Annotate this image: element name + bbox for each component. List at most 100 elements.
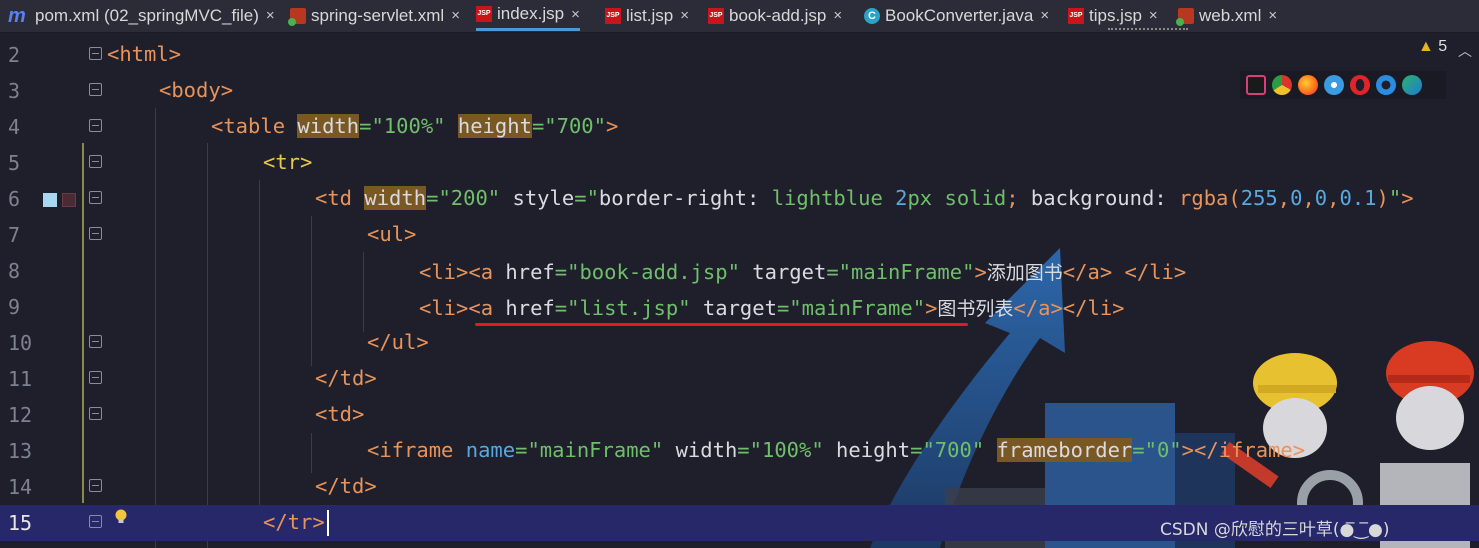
code-line[interactable]: 5 <tr> — [0, 145, 1479, 181]
fold-toggle-icon[interactable] — [89, 83, 102, 96]
code-token: "mainFrame" — [789, 296, 926, 320]
code-token: , — [1302, 186, 1315, 210]
firefox-icon[interactable] — [1298, 75, 1318, 95]
close-icon[interactable]: × — [571, 6, 580, 23]
close-icon[interactable]: × — [1149, 7, 1158, 24]
code-token: ; — [1006, 186, 1031, 210]
fold-toggle-icon[interactable] — [89, 155, 102, 168]
code-token: = — [531, 114, 545, 138]
line-number: 12 — [8, 403, 33, 427]
color-preview-icon[interactable] — [62, 193, 76, 207]
line-number: 14 — [8, 475, 33, 499]
tab-label: tips.jsp — [1089, 5, 1142, 25]
code-token: href — [505, 296, 555, 320]
ie-icon[interactable] — [1376, 75, 1396, 95]
intellij-icon[interactable] — [1246, 75, 1266, 95]
code-token: name — [465, 438, 516, 462]
code-token: frameborder — [996, 438, 1133, 462]
code-line[interactable]: 10 </ul> — [0, 325, 1479, 361]
line-number: 15 — [8, 511, 33, 535]
code-token: "100%" — [749, 438, 824, 462]
tab-tips-jsp[interactable]: JSP tips.jsp × — [1068, 0, 1158, 31]
code-token: "0" — [1144, 438, 1182, 462]
line-number: 7 — [8, 223, 21, 247]
safari-icon[interactable] — [1324, 75, 1344, 95]
code-token: > — [1401, 186, 1414, 210]
code-token: = — [1132, 438, 1145, 462]
tab-spring-servlet-xml[interactable]: spring-servlet.xml × — [288, 0, 460, 31]
edge-icon[interactable] — [1402, 75, 1422, 95]
code-line[interactable]: 13 <iframe name="mainFrame" width="100%"… — [0, 433, 1479, 469]
close-icon[interactable]: × — [833, 7, 842, 24]
code-token: "700" — [922, 438, 985, 462]
code-line[interactable]: 2 <html> — [0, 37, 1479, 73]
tab-overflow-indicator — [1108, 28, 1188, 30]
tab-list-jsp[interactable]: JSP list.jsp × — [605, 0, 689, 31]
fold-toggle-icon[interactable] — [89, 371, 102, 384]
code-line[interactable]: 11 </td> — [0, 361, 1479, 397]
fold-toggle-icon[interactable] — [89, 191, 102, 204]
code-token: = — [776, 296, 790, 320]
code-token: 0.1 — [1339, 186, 1377, 210]
code-token: = — [554, 296, 568, 320]
inspection-warnings[interactable]: ▲ 5 — [1418, 38, 1447, 56]
code-token: width — [663, 438, 738, 462]
lightbulb-icon[interactable] — [114, 509, 128, 525]
line-number: 4 — [8, 115, 21, 139]
code-token: " — [1388, 186, 1402, 210]
tab-book-add-jsp[interactable]: JSP book-add.jsp × — [708, 0, 842, 31]
code-line[interactable]: 12 <td> — [0, 397, 1479, 433]
chevron-up-icon[interactable]: ︿ — [1458, 41, 1472, 61]
text-caret — [327, 510, 329, 536]
code-token: > — [974, 260, 987, 284]
opera-icon[interactable] — [1350, 75, 1370, 95]
tab-label: index.jsp — [497, 4, 565, 23]
jsp-file-icon: JSP — [708, 7, 724, 24]
color-preview-icon[interactable] — [43, 193, 57, 207]
code-token: <td> — [315, 402, 365, 426]
code-line[interactable]: 9 <li><a href="list.jsp" target="mainFra… — [0, 289, 1479, 325]
code-editor[interactable]: 2 <html> 3 <body> 4 <table width="100%" … — [0, 33, 1479, 548]
fold-toggle-icon[interactable] — [89, 407, 102, 420]
warning-count: 5 — [1438, 38, 1448, 55]
tab-label: web.xml — [1199, 5, 1262, 25]
close-icon[interactable]: × — [266, 7, 275, 24]
chrome-icon[interactable] — [1272, 75, 1292, 95]
fold-toggle-icon[interactable] — [89, 227, 102, 240]
code-token: > — [606, 114, 619, 138]
code-line[interactable]: 14 </td> — [0, 469, 1479, 505]
close-icon[interactable]: × — [1040, 7, 1049, 24]
code-token: width — [297, 114, 360, 138]
tab-index-jsp[interactable]: JSP index.jsp × — [476, 0, 580, 31]
line-number: 11 — [8, 367, 33, 391]
maven-icon: m — [8, 4, 26, 27]
line-number: 13 — [8, 439, 33, 463]
tab-bookconverter-java[interactable]: C BookConverter.java × — [864, 0, 1049, 31]
code-token: 图书列表 — [937, 298, 1014, 320]
fold-toggle-icon[interactable] — [89, 479, 102, 492]
fold-toggle-icon[interactable] — [89, 335, 102, 348]
fold-toggle-icon[interactable] — [89, 515, 102, 528]
code-token: <td — [315, 186, 365, 210]
code-line[interactable]: 4 <table width="100%" height="700"> — [0, 109, 1479, 145]
tab-pom-xml[interactable]: m pom.xml (02_springMVC_file) × — [8, 0, 275, 31]
code-token: 0 — [1314, 186, 1328, 210]
code-token: px solid — [907, 186, 1007, 210]
code-token: background: — [1030, 186, 1180, 210]
code-token: <iframe — [367, 438, 466, 462]
code-line[interactable]: 6 <td width="200" style="border-right: l… — [0, 181, 1479, 217]
jsp-file-icon: JSP — [605, 7, 621, 24]
fold-toggle-icon[interactable] — [89, 119, 102, 132]
code-line[interactable]: 7 <ul> — [0, 217, 1479, 253]
line-number: 5 — [8, 151, 21, 175]
code-line[interactable]: 8 <li><a href="book-add.jsp" target="mai… — [0, 253, 1479, 289]
close-icon[interactable]: × — [1268, 7, 1277, 24]
close-icon[interactable]: × — [451, 7, 460, 24]
line-number: 10 — [8, 331, 33, 355]
tab-label: list.jsp — [626, 5, 674, 25]
warning-icon: ▲ — [1418, 38, 1434, 55]
tab-web-xml[interactable]: web.xml × — [1176, 0, 1277, 31]
line-number: 8 — [8, 259, 21, 283]
fold-toggle-icon[interactable] — [89, 47, 102, 60]
close-icon[interactable]: × — [680, 7, 689, 24]
